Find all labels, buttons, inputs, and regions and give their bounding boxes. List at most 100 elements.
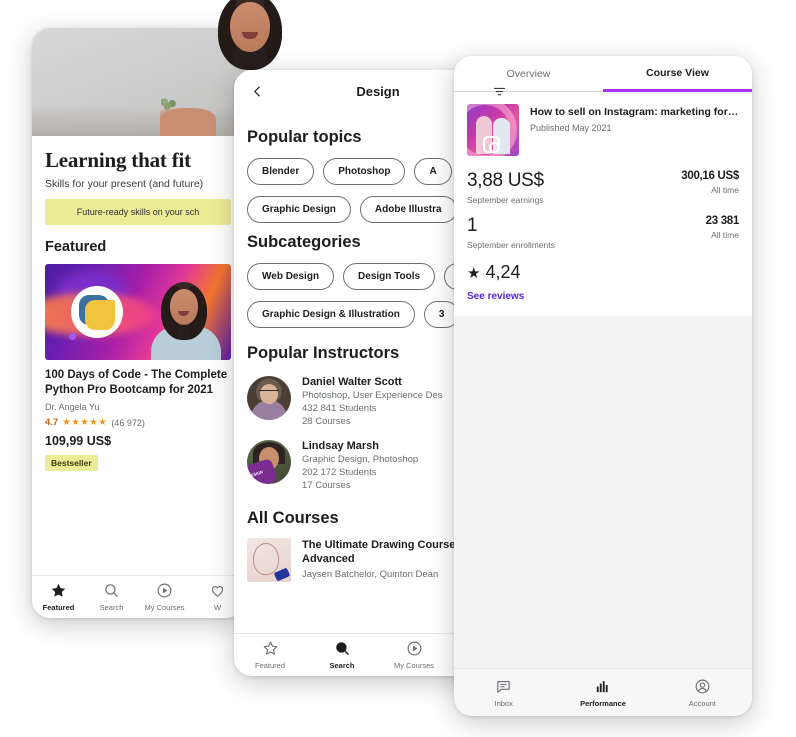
hero-image [32,28,244,136]
tab-overview[interactable]: Overview [454,56,603,92]
stat-label: All time [711,230,739,240]
play-circle-icon [157,583,172,598]
tab-label: My Courses [393,661,434,670]
stat-value: 1 [467,215,478,236]
hero-person-portrait [218,0,282,70]
featured-content: Learning that fit Skills for your presen… [32,136,244,471]
tab-label: Performance [580,698,626,708]
star-outline-icon [263,641,277,655]
course-rating: ★ 4,24 [467,262,739,283]
instructor-courses: 17 Courses [302,480,351,491]
subcategory-chip[interactable]: Design Tools [343,263,436,290]
avatar [247,440,291,484]
stat-value: 300,16 US$ [681,170,739,182]
promo-banner[interactable]: Future-ready skills on your sch [45,199,231,225]
stat-row-enrollments: 1 September enrollments 23 381 All time [467,215,739,250]
rating-value: 4,24 [485,262,521,282]
tab-featured[interactable]: Featured [234,634,306,676]
tab-course-view[interactable]: Course View [603,56,752,92]
instructor-courses: 28 Courses [302,416,351,427]
avatar [247,376,291,420]
course-thumbnail [467,104,519,156]
tab-search[interactable]: Search [306,634,378,676]
course-published-date: Published May 2021 [530,123,612,133]
tab-label: Search [99,603,124,612]
featured-section-title: Featured [45,239,107,255]
rating-value: 4.7 [45,417,59,428]
tab-featured[interactable]: Featured [32,576,85,618]
course-header[interactable]: How to sell on Instagram: marketing for…… [467,104,739,156]
rating-stars-icon: ★★★★★ [62,417,108,428]
bottom-tabbar-panel3[interactable]: Inbox Performance Account [454,668,752,716]
tab-my-courses[interactable]: My Courses [138,576,191,618]
account-circle-icon [695,679,710,693]
artwork-dot [69,333,77,341]
star-icon: ★ [467,264,481,282]
see-reviews-link[interactable]: See reviews [467,291,739,302]
tab-inbox[interactable]: Inbox [454,672,553,714]
star-filled-icon [51,583,66,597]
heart-icon [211,586,224,597]
stat-right: 300,16 US$ All time [681,170,739,195]
topic-chip[interactable]: A [414,158,452,185]
back-chevron-icon [253,86,260,96]
stat-left: 1 September enrollments [467,215,555,250]
topic-chip[interactable]: Photoshop [323,158,406,185]
stat-row-earnings: 3,88 US$ September earnings 300,16 US$ A… [467,170,739,205]
featured-course-author: Dr. Angela Yu [45,402,100,412]
stat-value: 3,88 US$ [467,170,544,191]
tab-label: Account [688,698,716,708]
back-button[interactable] [246,80,268,102]
tab-search[interactable]: Search [85,576,138,618]
course-title: How to sell on Instagram: marketing for… [530,106,739,118]
phone-panel-performance: Overview Course View How to sell on Inst… [454,56,752,716]
subcategory-chip[interactable]: Graphic Design & Illustration [247,301,415,328]
topic-chip[interactable]: Graphic Design [247,196,351,223]
featured-course-title[interactable]: 100 Days of Code - The Complete Python P… [45,368,231,397]
instructor-name: Lindsay Marsh [302,440,380,452]
screenshot-root: Learning that fit Skills for your presen… [0,0,796,737]
tab-label: Search [329,661,355,670]
stat-right: 23 381 All time [705,215,740,240]
bottom-tabbar-panel1[interactable]: Featured Search My Courses W [32,575,244,618]
tab-my-courses[interactable]: My Courses [378,634,450,676]
instagram-icon [483,136,500,153]
featured-course-image[interactable] [45,264,231,360]
bestseller-badge: Bestseller [45,455,98,471]
page-subheadline: Skills for your present (and future) [45,178,204,190]
hero-person-arm [160,108,216,136]
python-logo-icon [71,286,123,338]
message-icon [497,680,510,693]
phone-panel-featured: Learning that fit Skills for your presen… [32,28,244,618]
play-circle-icon [407,641,421,656]
instructor-students: 202 172 Students [302,467,377,478]
instructor-name: Daniel Walter Scott [302,376,402,388]
tab-label: Featured [42,603,75,612]
instructor-topics: Graphic Design, Photoshop [302,454,419,465]
stat-label: All time [711,185,739,195]
featured-course-price: 109,99 US$ [45,434,112,448]
topic-chip[interactable]: Adobe Illustra [359,196,457,223]
tab-label: Featured [254,661,286,670]
course-performance-card: How to sell on Instagram: marketing for…… [454,92,752,316]
course-thumbnail [247,538,291,582]
instructor-topics: Photoshop, User Experience Des [302,390,443,401]
topic-chip[interactable]: Blender [247,158,315,185]
instructor-students: 432 841 Students [302,403,377,414]
filter-button[interactable] [488,80,510,102]
subcategory-chip[interactable]: Web Design [247,263,335,290]
stat-value: 23 381 [705,215,740,227]
stat-left: 3,88 US$ September earnings [467,170,544,205]
stat-label: September earnings [467,195,544,205]
filter-icon [493,87,505,95]
tab-label: Inbox [494,698,513,708]
tab-performance[interactable]: Performance [553,672,652,714]
tab-account[interactable]: Account [653,672,752,714]
search-icon [335,642,349,656]
featured-course-rating: 4.7 ★★★★★ (46 972) [45,417,231,428]
bar-chart-icon [597,680,609,692]
rating-count: (46 972) [111,417,145,428]
page-headline: Learning that fit [45,148,191,172]
tab-label: My Courses [144,603,185,612]
tab-label: W [213,603,222,612]
